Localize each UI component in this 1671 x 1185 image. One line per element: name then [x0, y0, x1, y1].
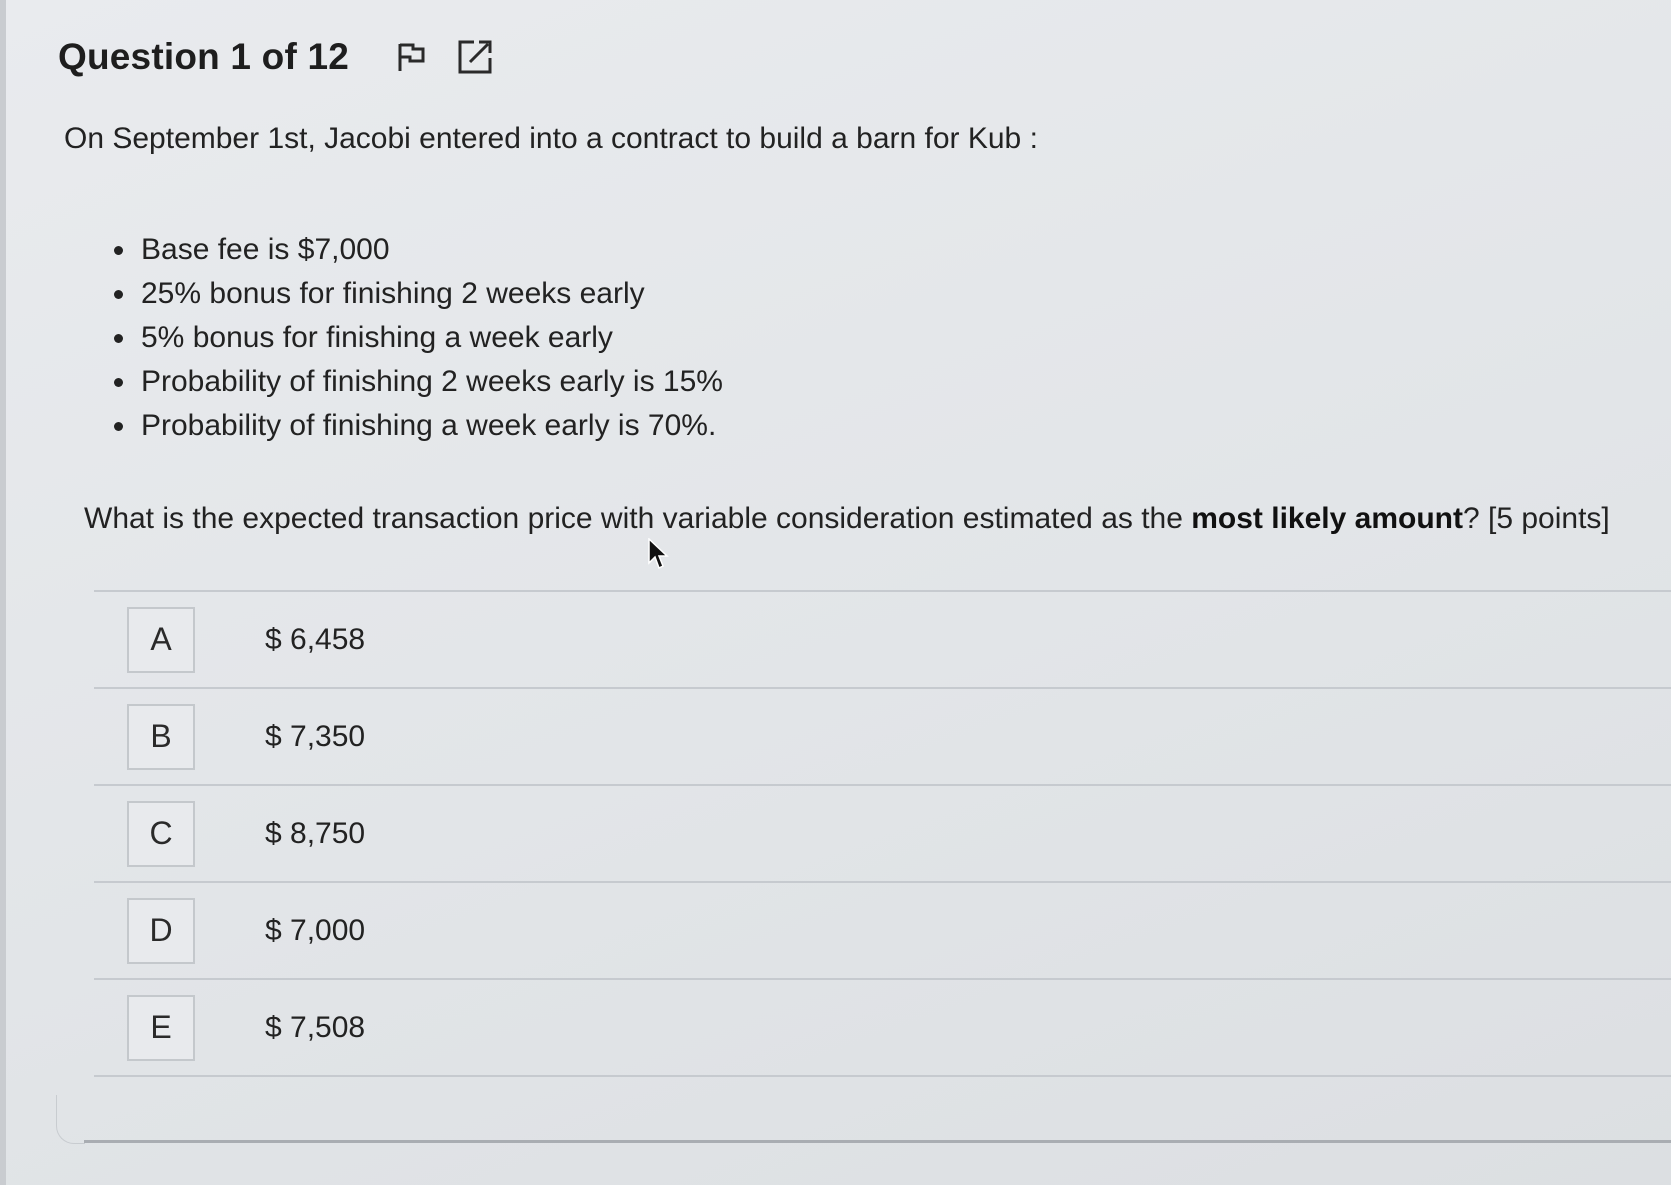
bullet-icon [114, 245, 123, 255]
bullet-icon [114, 333, 123, 343]
card-bottom-border [84, 1140, 1671, 1143]
question-text-bold: most likely amount [1191, 502, 1463, 535]
bullet-icon [114, 377, 123, 387]
list-item: 25% bonus for finishing 2 weeks early [114, 272, 723, 316]
answer-option-c[interactable]: C $ 8,750 [94, 786, 1671, 881]
option-letter[interactable]: E [127, 994, 195, 1061]
list-item: 5% bonus for finishing a week early [114, 316, 723, 360]
option-value: $ 8,750 [265, 816, 366, 850]
fact-text: 25% bonus for finishing 2 weeks early [141, 277, 645, 310]
question-title: Question 1 of 12 [58, 36, 350, 77]
list-item: Probability of finishing a week early is… [114, 404, 723, 448]
answer-option-b[interactable]: B $ 7,350 [94, 689, 1671, 784]
option-value: $ 7,350 [265, 719, 366, 753]
bullet-icon [114, 421, 123, 431]
question-prompt: What is the expected transaction price w… [84, 502, 1610, 536]
external-link-icon[interactable] [455, 37, 495, 77]
list-item: Base fee is $7,000 [114, 228, 723, 272]
option-letter[interactable]: A [127, 606, 195, 673]
facts-list: Base fee is $7,000 25% bonus for finishi… [114, 228, 723, 448]
question-text-before: What is the expected transaction price w… [84, 502, 1192, 535]
option-letter[interactable]: C [127, 800, 195, 867]
question-page: Question 1 of 12 On September 1st, Jacob… [6, 0, 1671, 1185]
fact-text: Probability of finishing 2 weeks early i… [141, 365, 723, 398]
card-corner [56, 1095, 85, 1144]
flag-icon[interactable] [391, 37, 431, 77]
option-letter[interactable]: D [127, 897, 195, 964]
option-value: $ 6,458 [265, 622, 366, 656]
answer-option-a[interactable]: A $ 6,458 [94, 592, 1671, 687]
question-intro: On September 1st, Jacobi entered into a … [64, 122, 1038, 155]
bullet-icon [114, 289, 123, 299]
answer-option-d[interactable]: D $ 7,000 [94, 883, 1671, 978]
question-header: Question 1 of 12 [58, 32, 495, 82]
option-value: $ 7,000 [265, 913, 366, 947]
answer-options: A $ 6,458 B $ 7,350 C $ 8,750 D $ 7,000 … [94, 590, 1671, 1077]
divider [94, 1075, 1671, 1077]
question-text-after: ? [5 points] [1462, 502, 1610, 535]
fact-text: Base fee is $7,000 [141, 233, 390, 266]
fact-text: Probability of finishing a week early is… [141, 409, 717, 442]
option-letter[interactable]: B [127, 703, 195, 770]
list-item: Probability of finishing 2 weeks early i… [114, 360, 723, 404]
option-value: $ 7,508 [265, 1010, 366, 1044]
answer-option-e[interactable]: E $ 7,508 [94, 980, 1671, 1075]
mouse-pointer-icon [648, 538, 669, 570]
fact-text: 5% bonus for finishing a week early [141, 321, 613, 354]
